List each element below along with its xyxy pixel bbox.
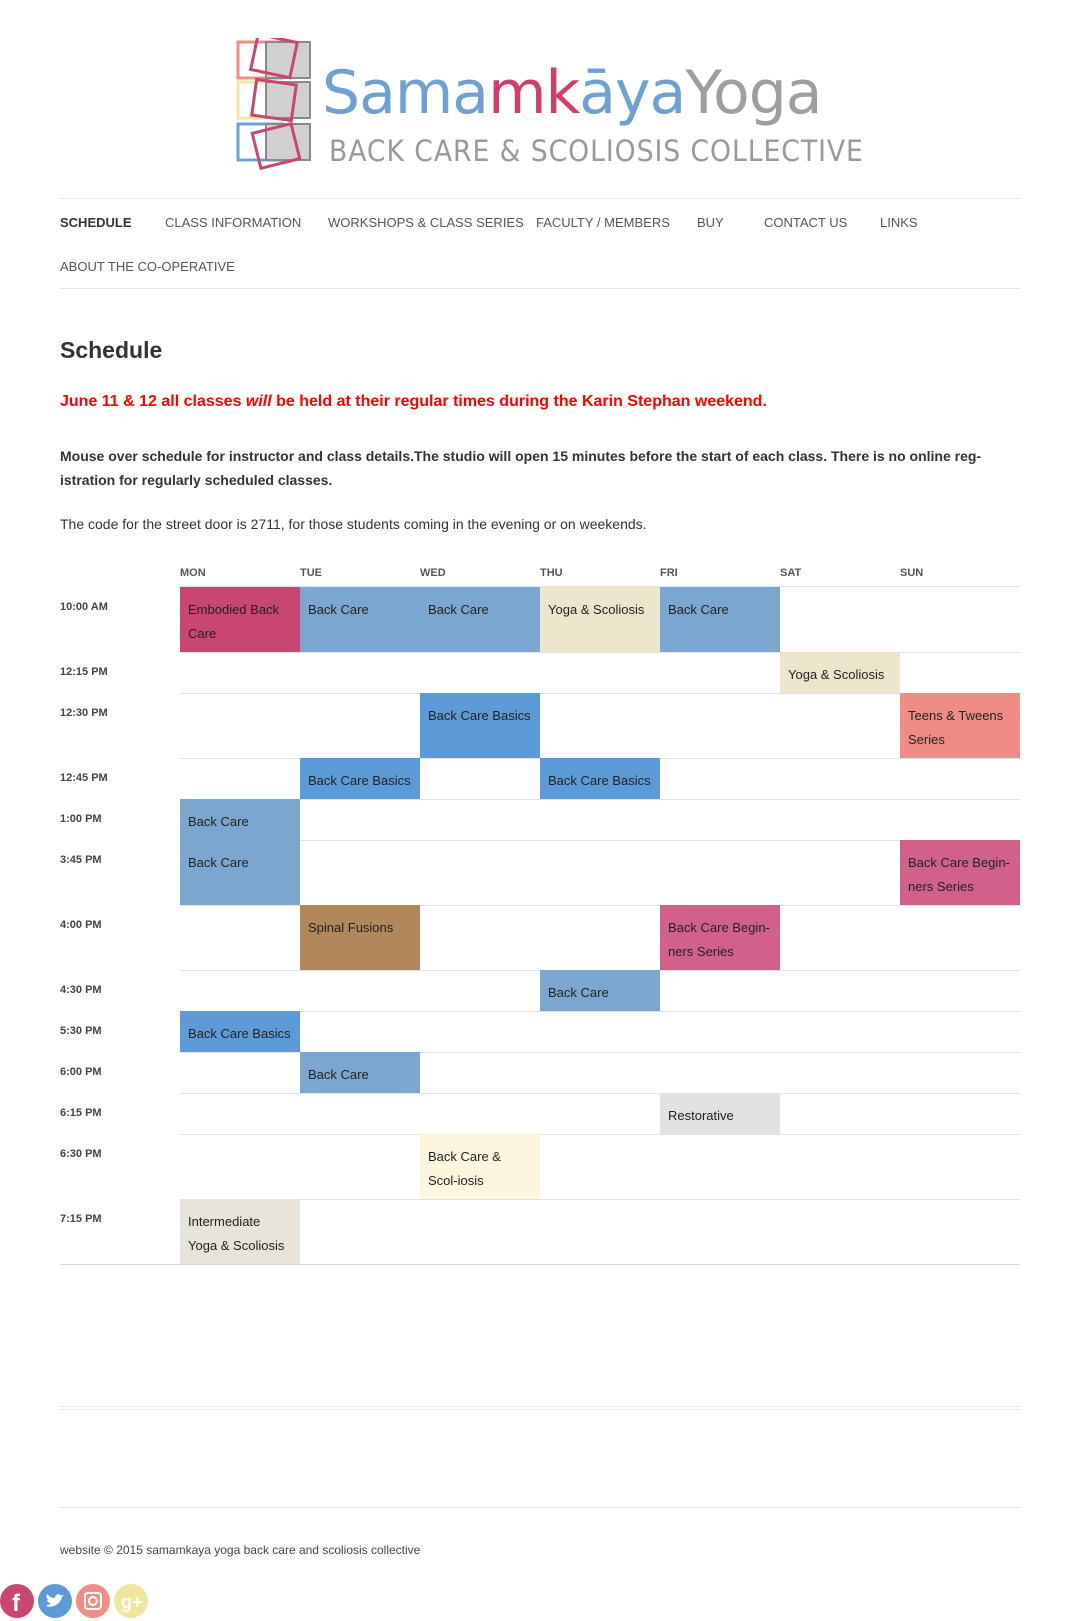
alert-text-before: June 11 & 12 all classes <box>60 393 246 410</box>
class-block[interactable]: Back Care Basics <box>180 1011 300 1052</box>
time-label: 10:00 AM <box>60 601 108 613</box>
schedule-info-line-1: Mouse over schedule for instructor and c… <box>60 448 982 464</box>
time-label: 6:00 PM <box>60 1066 102 1078</box>
logo-wordmark: SamamkāyaYoga <box>322 63 823 123</box>
class-block[interactable]: Embodied Back Care <box>180 587 300 652</box>
nav-item-class-information[interactable]: CLASS INFORMATION <box>165 215 301 230</box>
class-block[interactable]: Teens & Tweens Series <box>900 693 1020 758</box>
class-block[interactable]: Intermediate Yoga & Scoliosis <box>180 1199 300 1264</box>
logo-part-sama: Sama <box>322 58 489 128</box>
class-block[interactable]: Back Care Begin-ners Series <box>900 840 1020 905</box>
class-block[interactable]: Back Care <box>540 970 660 1011</box>
time-label: 4:30 PM <box>60 984 102 996</box>
instagram-icon[interactable] <box>76 1584 110 1618</box>
footer-divider-2 <box>60 1409 1020 1410</box>
logo-squares-icon <box>236 38 311 171</box>
nav-item-contact-us[interactable]: CONTACT US <box>764 215 847 230</box>
twitter-icon[interactable] <box>38 1584 72 1618</box>
day-header-sun: SUN <box>900 567 924 579</box>
time-label: 12:30 PM <box>60 707 108 719</box>
schedule-row-divider <box>180 1134 1020 1135</box>
schedule-info: Mouse over schedule for instructor and c… <box>60 444 1022 492</box>
class-block[interactable]: Restorative <box>660 1093 780 1134</box>
svg-text:g+: g+ <box>121 1592 143 1612</box>
day-header-mon: MON <box>180 567 206 579</box>
nav-item-schedule[interactable]: SCHEDULE <box>60 215 132 230</box>
logo-part-yoga: Yoga <box>685 58 822 128</box>
schedule-row-divider <box>180 1093 1020 1094</box>
class-block[interactable]: Back Care <box>660 587 780 652</box>
schedule-row-divider <box>180 1011 1020 1012</box>
class-block[interactable]: Back Care <box>300 587 420 652</box>
nav-top-divider <box>60 198 1020 199</box>
logo-subtitle: BACK CARE & SCOLIOSIS COLLECTIVE <box>329 134 864 168</box>
class-block[interactable]: Back Care Basics <box>420 693 540 758</box>
site-logo[interactable]: SamamkāyaYoga BACK CARE & SCOLIOSIS COLL… <box>236 38 863 173</box>
class-block[interactable]: Back Care <box>420 587 540 652</box>
class-block[interactable]: Yoga & Scoliosis <box>780 652 900 693</box>
footer-divider-3 <box>60 1507 1020 1508</box>
class-block[interactable]: Back Care Basics <box>540 758 660 799</box>
logo-part-k: k <box>545 58 581 128</box>
alert-text-after: be held at their regular times during th… <box>271 393 767 410</box>
time-label: 3:45 PM <box>60 854 102 866</box>
door-code-note: The code for the street door is 2711, fo… <box>60 516 647 532</box>
schedule-row-divider <box>60 1264 1020 1265</box>
alert-message: June 11 & 12 all classes will be held at… <box>60 393 767 411</box>
logo-part-aya: āya <box>579 58 686 128</box>
schedule-row-divider <box>180 693 1020 694</box>
facebook-icon[interactable]: f <box>0 1584 34 1618</box>
class-block[interactable]: Back Care & Scol-iosis <box>420 1134 540 1199</box>
nav-bottom-divider <box>60 288 1020 289</box>
time-label: 6:30 PM <box>60 1148 102 1160</box>
time-label: 7:15 PM <box>60 1213 102 1225</box>
footer-divider-1 <box>60 1406 1020 1407</box>
schedule-row-divider <box>180 840 1020 841</box>
time-label: 6:15 PM <box>60 1107 102 1119</box>
time-label: 1:00 PM <box>60 813 102 825</box>
class-block[interactable]: Back Care <box>180 799 300 840</box>
nav-item-buy[interactable]: BUY <box>697 215 724 230</box>
time-label: 5:30 PM <box>60 1025 102 1037</box>
google-plus-icon[interactable]: g+ <box>114 1584 148 1618</box>
class-block[interactable]: Back Care <box>180 840 300 905</box>
class-block[interactable]: Back Care Basics <box>300 758 420 799</box>
footer-copyright: website © 2015 samamkaya yoga back care … <box>60 1543 421 1557</box>
day-header-sat: SAT <box>780 567 802 579</box>
time-label: 12:15 PM <box>60 666 108 678</box>
time-label: 12:45 PM <box>60 772 108 784</box>
day-header-thu: THU <box>540 567 563 579</box>
schedule-row-divider <box>180 1199 1020 1200</box>
class-block[interactable]: Back Care Begin-ners Series <box>660 905 780 970</box>
alert-text-emphasis: will <box>245 393 272 410</box>
day-header-tue: TUE <box>300 567 322 579</box>
nav-item-about[interactable]: ABOUT THE CO-OPERATIVE <box>60 259 235 274</box>
day-header-fri: FRI <box>660 567 678 579</box>
class-block[interactable]: Back Care <box>300 1052 420 1093</box>
nav-item-links[interactable]: LINKS <box>880 215 918 230</box>
time-label: 4:00 PM <box>60 919 102 931</box>
class-block[interactable]: Yoga & Scoliosis <box>540 587 660 652</box>
schedule-info-line-2: istration for regularly scheduled classe… <box>60 472 333 488</box>
schedule-row-divider <box>180 799 1020 800</box>
logo-part-m: m <box>488 58 546 128</box>
class-block[interactable]: Spinal Fusions <box>300 905 420 970</box>
page-title: Schedule <box>60 337 163 363</box>
nav-item-workshops[interactable]: WORKSHOPS & CLASS SERIES <box>328 215 524 230</box>
svg-text:f: f <box>12 1590 21 1617</box>
nav-item-faculty[interactable]: FACULTY / MEMBERS <box>536 215 670 230</box>
day-header-wed: WED <box>420 567 446 579</box>
